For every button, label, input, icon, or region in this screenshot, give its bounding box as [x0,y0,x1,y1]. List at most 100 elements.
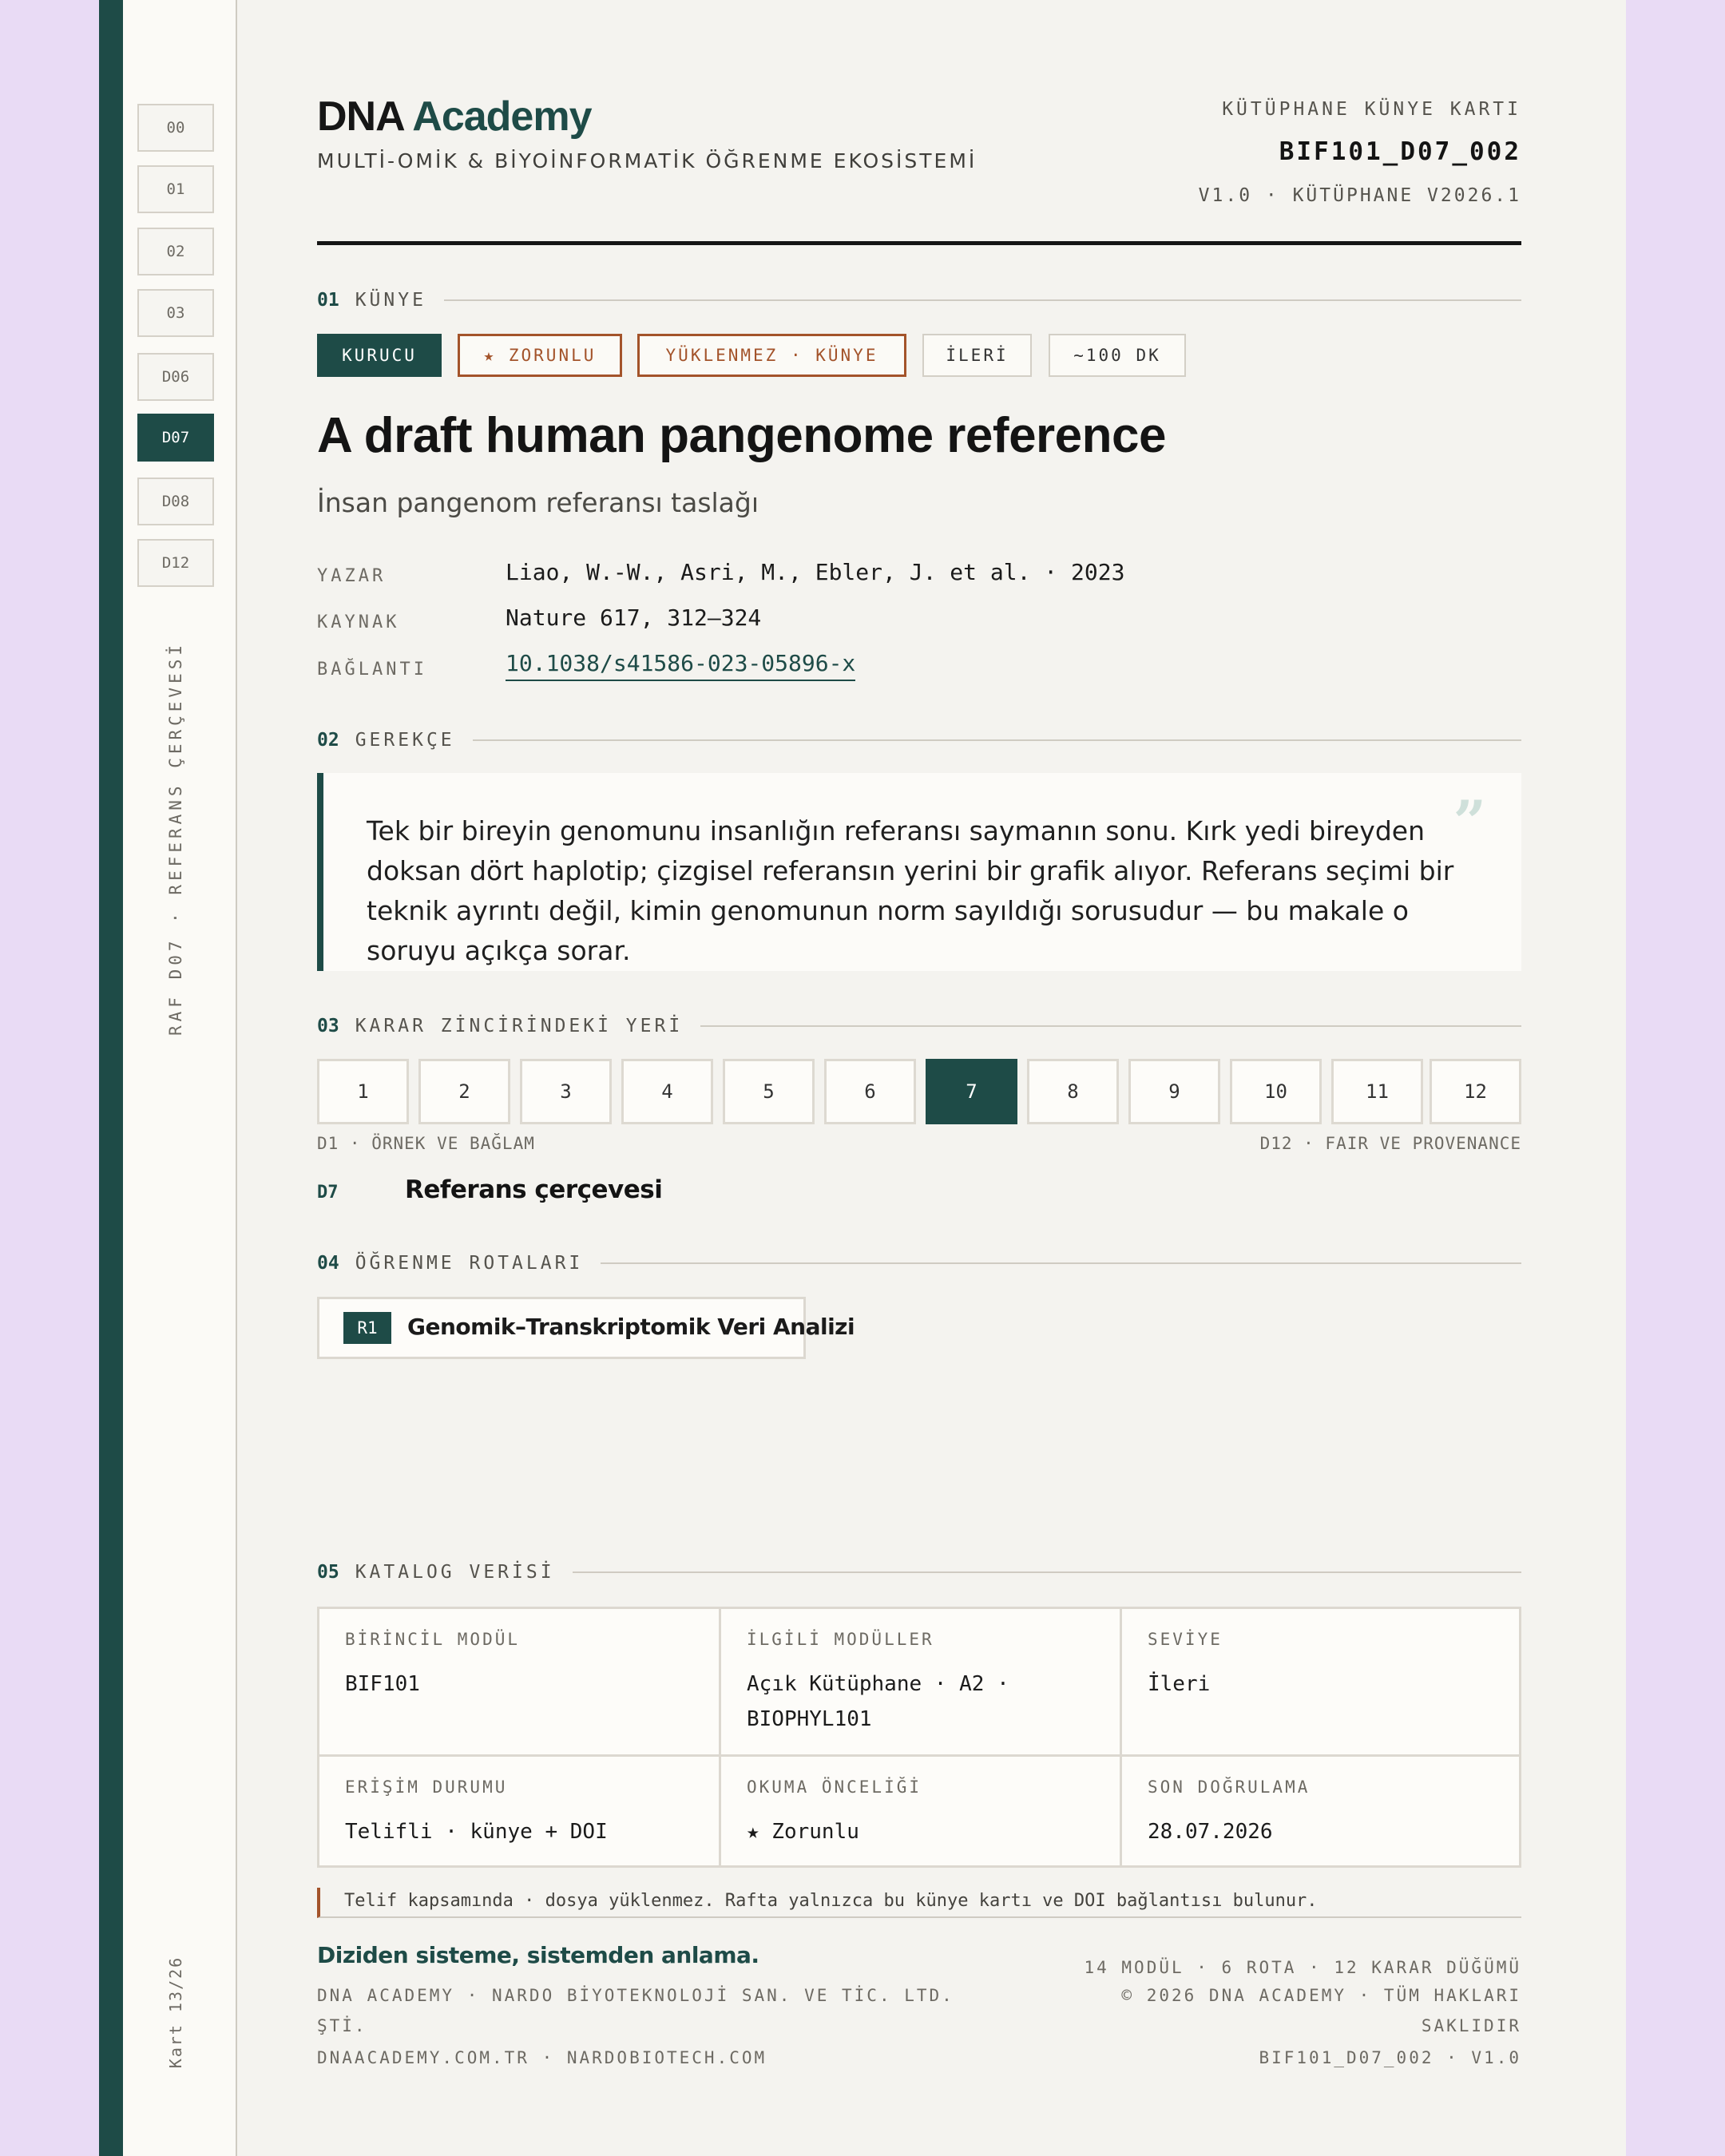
author-value: Liao, W.-W., Asri, M., Ebler, J. et al. … [506,559,1125,585]
section-rule [472,739,1521,741]
paper-title: A draft human pangenome reference [317,408,1167,463]
chain-step-10[interactable]: 10 [1230,1059,1322,1124]
catalog-value: ★ Zorunlu [747,1820,859,1844]
section-number: 05 [317,1562,339,1583]
chain-step-9[interactable]: 9 [1128,1059,1220,1124]
chain-step-1[interactable]: 1 [317,1059,409,1124]
shelf-label: RAF D07 · REFERANS ÇERÇEVESİ [166,640,185,1036]
header-rule [317,241,1521,245]
chain-step-4[interactable]: 4 [621,1059,713,1124]
card-counter: Kart 13/26 [166,1956,185,2069]
route-badge: R1 [343,1312,391,1344]
tag-not-uploaded: YÜKLENMEZ · KÜNYE [637,334,906,377]
route-chip-r1[interactable]: R1 Genomik–Transkriptomik Veri Analizi [317,1297,855,1359]
brand-tagline: MULTİ-OMİK & BİYOİNFORMATİK ÖĞRENME EKOS… [317,149,978,172]
section-label: KARAR ZİNCİRİNDEKİ YERİ [355,1016,684,1036]
chain-start-caption: D1 · ÖRNEK VE BAĞLAM [317,1134,535,1153]
current-step-code: D7 [317,1183,339,1203]
current-step-label: Referans çerçevesi [405,1175,663,1204]
catalog-cell-access: ERİŞİM DURUMU Telifli · künye + DOI [319,1757,721,1865]
brand-dna: DNA [317,93,404,140]
section-label: GEREKÇE [355,730,455,751]
footer-code: BIF101_D07_002 · V1.0 [1259,2048,1521,2067]
catalog-value: Açık Kütüphane · A2 · BIOPHYL101 [747,1672,1009,1731]
shelf-tab-01[interactable]: 01 [137,165,214,213]
copyright-note-text: Telif kapsamında · dosya yüklenmez. Raft… [344,1891,1318,1911]
catalog-cell-related: İLGİLİ MODÜLLER Açık Kütüphane · A2 · BI… [721,1609,1122,1757]
card-edge-bar [99,0,123,2156]
section-label: ÖĞRENME ROTALARI [355,1253,584,1274]
section-learning-routes: 04 ÖĞRENME ROTALARI [317,1251,1521,1275]
brand-academy: Academy [412,93,592,140]
source-value: Nature 617, 312–324 [506,604,762,631]
footer-company: DNA ACADEMY · NARDO BİYOTEKNOLOJİ SAN. V… [317,1986,954,2035]
catalog-key: SEVİYE [1148,1630,1223,1649]
chain-step-5[interactable]: 5 [723,1059,815,1124]
rationale-quote: ” Tek bir bireyin genomunu insanlığın re… [317,773,1521,971]
card-version: V1.0 · KÜTÜPHANE V2026.1 [1198,185,1521,206]
tag-level: İLERİ [922,334,1032,377]
chain-step-8[interactable]: 8 [1027,1059,1119,1124]
footer-copyright: © 2026 DNA ACADEMY · TÜM HAKLARI SAKLIDI… [1121,1986,1521,2035]
footer-sites: DNAACADEMY.COM.TR · NARDOBIOTECH.COM [317,2048,767,2067]
section-number: 01 [317,290,339,311]
route-label: Genomik–Transkriptomik Veri Analizi [407,1314,855,1340]
section-kunye: 01 KÜNYE [317,288,1521,312]
shelf-tab-00[interactable]: 00 [137,104,214,152]
shelf-tab-d06[interactable]: D06 [137,353,214,401]
catalog-value: Telifli · künye + DOI [345,1820,608,1844]
tag-duration: ~100 DK [1049,334,1186,377]
catalog-table: BİRİNCİL MODÜL BIF101 İLGİLİ MODÜLLER Aç… [317,1607,1521,1868]
link-label: BAĞLANTI [317,660,427,680]
catalog-cell-priority: OKUMA ÖNCELİĞİ ★ Zorunlu [721,1757,1122,1865]
catalog-cell-primary: BİRİNCİL MODÜL BIF101 [319,1609,721,1757]
shelf-tab-03[interactable]: 03 [137,289,214,337]
chain-step-7[interactable]: 7 [926,1059,1017,1124]
section-number: 04 [317,1253,339,1274]
section-catalog: 05 KATALOG VERİSİ [317,1560,1521,1584]
source-label: KAYNAK [317,612,400,632]
catalog-key: OKUMA ÖNCELİĞİ [747,1778,922,1797]
doi-link[interactable]: 10.1038/s41586-023-05896-x [506,650,856,681]
footer-slogan: Diziden sisteme, sistemden anlama. [317,1942,759,1968]
footer-stats: 14 MODÜL · 6 ROTA · 12 KARAR DÜĞÜMÜ [1084,1958,1521,1977]
catalog-key: İLGİLİ MODÜLLER [747,1630,934,1649]
chain-step-2[interactable]: 2 [418,1059,510,1124]
section-rule [700,1025,1521,1027]
section-label: KATALOG VERİSİ [355,1562,555,1583]
section-number: 03 [317,1016,339,1036]
catalog-key: BİRİNCİL MODÜL [345,1630,521,1649]
section-decision-chain: 03 KARAR ZİNCİRİNDEKİ YERİ [317,1014,1521,1038]
brand-logo: DNA Academy [317,93,593,141]
section-rule [601,1262,1521,1264]
tag-founder: KURUCU [317,334,442,377]
section-number: 02 [317,730,339,751]
tag-mandatory: ★ ZORUNLU [458,334,622,377]
paper-subtitle: İnsan pangenom referansı taslağı [317,487,759,518]
section-rule [572,1571,1521,1573]
shelf-tab-d12[interactable]: D12 [137,539,214,587]
card-code: BIF101_D07_002 [1279,137,1521,166]
copyright-note: Telif kapsamında · dosya yüklenmez. Raft… [317,1888,1521,1918]
card-type: KÜTÜPHANE KÜNYE KARTI [1222,99,1521,120]
section-rationale: 02 GEREKÇE [317,728,1521,752]
chain-step-3[interactable]: 3 [520,1059,612,1124]
catalog-cell-verified: SON DOĞRULAMA 28.07.2026 [1122,1757,1519,1865]
section-rule [443,299,1521,301]
catalog-value: BIF101 [345,1672,420,1696]
rationale-text: Tek bir bireyin genomunu insanlığın refe… [367,815,1454,966]
catalog-key: ERİŞİM DURUMU [345,1778,508,1797]
chain-step-11[interactable]: 11 [1331,1059,1423,1124]
chain-step-12[interactable]: 12 [1430,1059,1521,1124]
card-content: DNA Academy MULTİ-OMİK & BİYOİNFORMATİK … [317,0,1521,2156]
author-label: YAZAR [317,566,387,586]
catalog-value: İleri [1148,1672,1211,1696]
chain-step-6[interactable]: 6 [824,1059,916,1124]
catalog-key: SON DOĞRULAMA [1148,1778,1311,1797]
shelf-tab-d08[interactable]: D08 [137,478,214,525]
shelf-tab-d07[interactable]: D07 [137,414,214,462]
chain-end-caption: D12 · FAIR VE PROVENANCE [1259,1134,1521,1153]
section-label: KÜNYE [355,290,426,311]
shelf-tab-02[interactable]: 02 [137,228,214,275]
catalog-cell-level: SEVİYE İleri [1122,1609,1519,1757]
